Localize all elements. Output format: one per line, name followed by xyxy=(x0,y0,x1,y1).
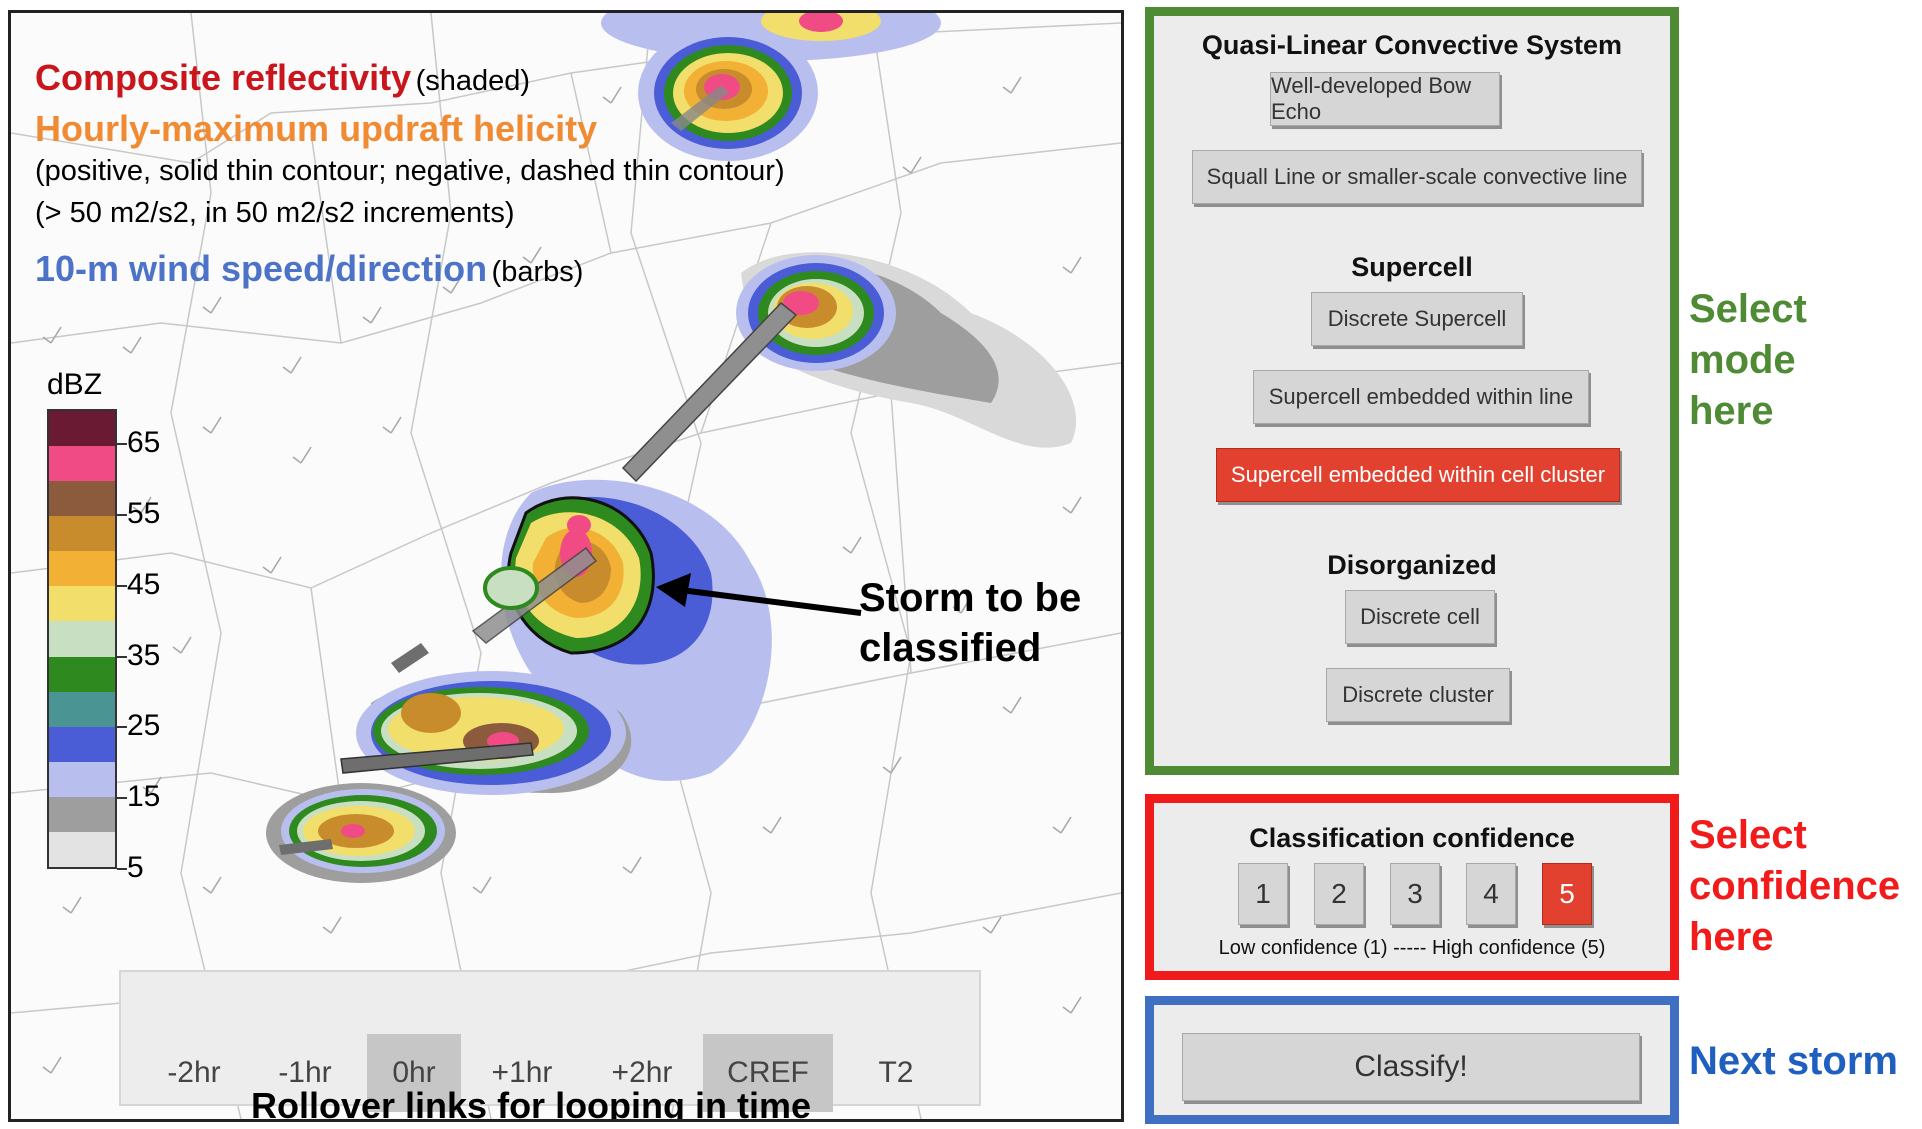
legend-uh: Hourly-maximum updraft helicity xyxy=(35,108,597,150)
colorbar-tick-mark xyxy=(117,443,127,446)
colorbar-tick-label: 45 xyxy=(127,567,161,601)
supercell-in-cluster-button[interactable]: Supercell embedded within cell cluster xyxy=(1216,448,1620,502)
colorbar-label: dBZ xyxy=(47,368,103,401)
select-confidence-label-line-3: here xyxy=(1689,915,1774,959)
select-mode-label-line-3: here xyxy=(1689,389,1774,433)
bow-echo-button[interactable]: Well-developed Bow Echo xyxy=(1270,72,1500,126)
storm-north xyxy=(638,25,818,161)
legend-wind-suffix: (barbs) xyxy=(491,256,584,288)
discrete-cluster-button[interactable]: Discrete cluster xyxy=(1326,668,1510,722)
supercell-title: Supercell xyxy=(1351,252,1473,282)
classify-button[interactable]: Classify! xyxy=(1182,1033,1640,1101)
legend-uh-title: Hourly-maximum updraft helicity xyxy=(35,108,598,149)
colorbar-segment xyxy=(49,516,115,552)
colorbar-segment xyxy=(49,621,115,657)
next-storm-panel: Classify! xyxy=(1145,996,1679,1124)
colorbar xyxy=(47,409,117,869)
discrete-supercell-button[interactable]: Discrete Supercell xyxy=(1311,292,1523,346)
confidence-option-4[interactable]: 4 xyxy=(1466,863,1516,925)
colorbar-tick-label: 25 xyxy=(127,709,161,743)
colorbar-tick-mark xyxy=(117,868,127,870)
storm-callout: Storm to be classified xyxy=(859,573,1081,673)
select-mode-label: Select mode here xyxy=(1689,284,1807,437)
next-storm-label: Next storm xyxy=(1689,1039,1898,1083)
colorbar-segment xyxy=(49,691,115,727)
discrete-cell-button[interactable]: Discrete cell xyxy=(1345,590,1495,644)
supercell-in-line-button[interactable]: Supercell embedded within line xyxy=(1253,370,1589,424)
rollover-caption: Rollover links for looping in time xyxy=(251,1085,812,1122)
colorbar-tick-mark xyxy=(117,514,127,517)
confidence-panel: Classification confidence 1 2 3 4 5 Low … xyxy=(1145,794,1679,980)
time-link-minus-2hr[interactable]: -2hr xyxy=(155,1034,233,1112)
disorganized-title: Disorganized xyxy=(1327,550,1497,580)
legend-cref-suffix: (shaded) xyxy=(415,65,531,97)
confidence-option-2[interactable]: 2 xyxy=(1314,863,1364,925)
confidence-scale-text: Low confidence (1) ----- High confidence… xyxy=(1218,937,1606,959)
colorbar-segment xyxy=(49,551,115,587)
colorbar-segment xyxy=(49,796,115,832)
storm-northeast xyxy=(621,252,1077,483)
callout-arrow xyxy=(656,573,862,616)
qlcs-title: Quasi-Linear Convective System xyxy=(1201,30,1623,60)
colorbar-segment xyxy=(49,446,115,482)
colorbar-tick-label: 65 xyxy=(127,426,161,460)
select-confidence-label: Select confidence here xyxy=(1689,810,1900,963)
colorbar-tick-label: 55 xyxy=(127,497,161,531)
colorbar-tick-label: 15 xyxy=(127,780,161,814)
colorbar-segment xyxy=(49,411,115,447)
mode-selection-panel: Quasi-Linear Convective System Well-deve… xyxy=(1145,7,1679,775)
time-link-t2[interactable]: T2 xyxy=(851,1034,941,1112)
storm-southwest xyxy=(266,783,456,883)
colorbar-segment xyxy=(49,761,115,797)
confidence-title: Classification confidence xyxy=(1249,823,1575,853)
confidence-option-5[interactable]: 5 xyxy=(1542,863,1592,925)
reflectivity-map: Composite reflectivity (shaded) Hourly-m… xyxy=(8,10,1124,1122)
colorbar-segment xyxy=(49,586,115,622)
colorbar-tick-mark xyxy=(117,584,127,587)
colorbar-segment xyxy=(49,726,115,762)
confidence-option-3[interactable]: 3 xyxy=(1390,863,1440,925)
legend-uh-desc-1: (positive, solid thin contour; negative,… xyxy=(35,155,785,187)
colorbar-tick-mark xyxy=(117,797,127,800)
legend-wind-title: 10-m wind speed/direction xyxy=(35,248,488,289)
colorbar-segment xyxy=(49,481,115,517)
legend-cref: Composite reflectivity (shaded) xyxy=(35,57,530,99)
callout-line-1: Storm to be xyxy=(859,576,1082,620)
legend-uh-desc-2: (> 50 m2/s2, in 50 m2/s2 increments) xyxy=(35,197,515,229)
legend-cref-title: Composite reflectivity xyxy=(35,57,412,98)
colorbar-tick-mark xyxy=(117,726,127,729)
confidence-option-1[interactable]: 1 xyxy=(1238,863,1288,925)
select-mode-label-line-2: mode xyxy=(1689,338,1796,382)
colorbar-tick-label: 5 xyxy=(127,851,144,884)
callout-line-2: classified xyxy=(859,626,1042,670)
select-mode-label-line-1: Select xyxy=(1689,287,1807,331)
squall-line-button[interactable]: Squall Line or smaller-scale convective … xyxy=(1192,150,1642,204)
colorbar-segment xyxy=(49,831,115,868)
colorbar-tick-label: 35 xyxy=(127,638,161,672)
select-confidence-label-line-2: confidence xyxy=(1689,864,1901,908)
colorbar-tick-mark xyxy=(117,655,127,658)
select-confidence-label-line-1: Select xyxy=(1689,813,1807,857)
legend-wind: 10-m wind speed/direction (barbs) xyxy=(35,248,583,290)
colorbar-segment xyxy=(49,656,115,692)
